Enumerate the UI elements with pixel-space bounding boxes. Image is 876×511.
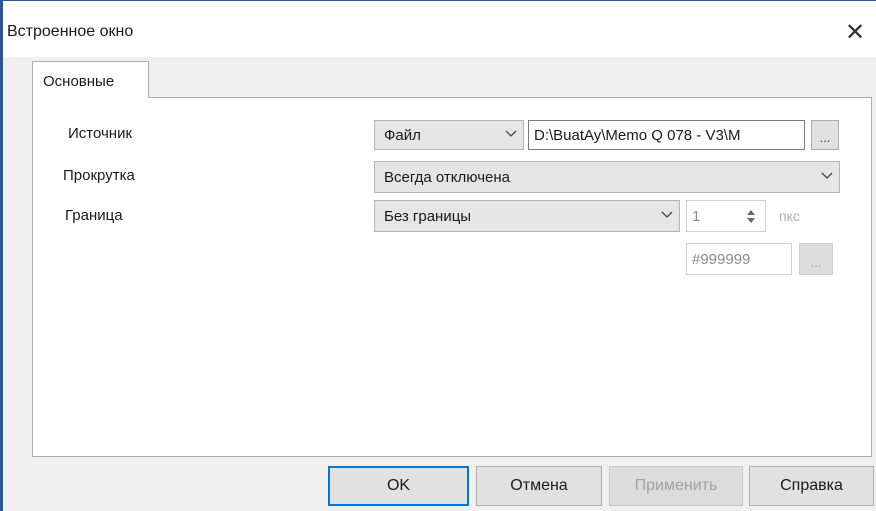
scroll-value: Всегда отключена xyxy=(384,168,510,186)
scroll-label: Прокрутка xyxy=(63,167,135,184)
cancel-button[interactable]: Отмена xyxy=(476,466,602,506)
scroll-select[interactable]: Всегда отключена xyxy=(374,161,840,193)
border-style-value: Без границы xyxy=(384,207,472,225)
tab-panel-general xyxy=(32,97,872,457)
chevron-down-icon xyxy=(821,172,833,179)
border-width-value: 1 xyxy=(692,207,701,225)
close-icon[interactable]: ✕ xyxy=(838,15,872,49)
chevron-down-icon xyxy=(505,130,517,137)
ok-button[interactable]: OK xyxy=(328,466,469,506)
source-label: Источник xyxy=(68,125,133,142)
source-type-select[interactable]: Файл xyxy=(374,120,524,150)
border-color-input[interactable]: #999999 xyxy=(686,243,792,275)
spin-buttons[interactable] xyxy=(742,202,759,230)
apply-button[interactable]: Применить xyxy=(609,466,743,506)
source-browse-button[interactable]: ... xyxy=(811,120,839,150)
embedded-window-dialog: Встроенное окно ✕ Основные Источник Файл… xyxy=(0,0,876,511)
source-path-input[interactable]: D:\BuatAy\Memo Q 078 - V3\M xyxy=(528,120,805,150)
tab-general[interactable]: Основные xyxy=(32,61,149,98)
chevron-down-icon xyxy=(661,211,673,218)
spin-down-icon[interactable] xyxy=(746,217,755,223)
border-color-browse-button[interactable]: ... xyxy=(799,243,833,275)
border-style-select[interactable]: Без границы xyxy=(374,200,680,232)
border-label: Граница xyxy=(65,207,123,224)
window-title: Встроенное окно xyxy=(7,23,134,40)
title-bar: Встроенное окно ✕ xyxy=(3,1,876,57)
spin-up-icon[interactable] xyxy=(746,209,755,215)
border-width-unit: пкс xyxy=(779,208,800,224)
help-button[interactable]: Справка xyxy=(749,466,874,506)
source-type-value: Файл xyxy=(384,126,421,144)
